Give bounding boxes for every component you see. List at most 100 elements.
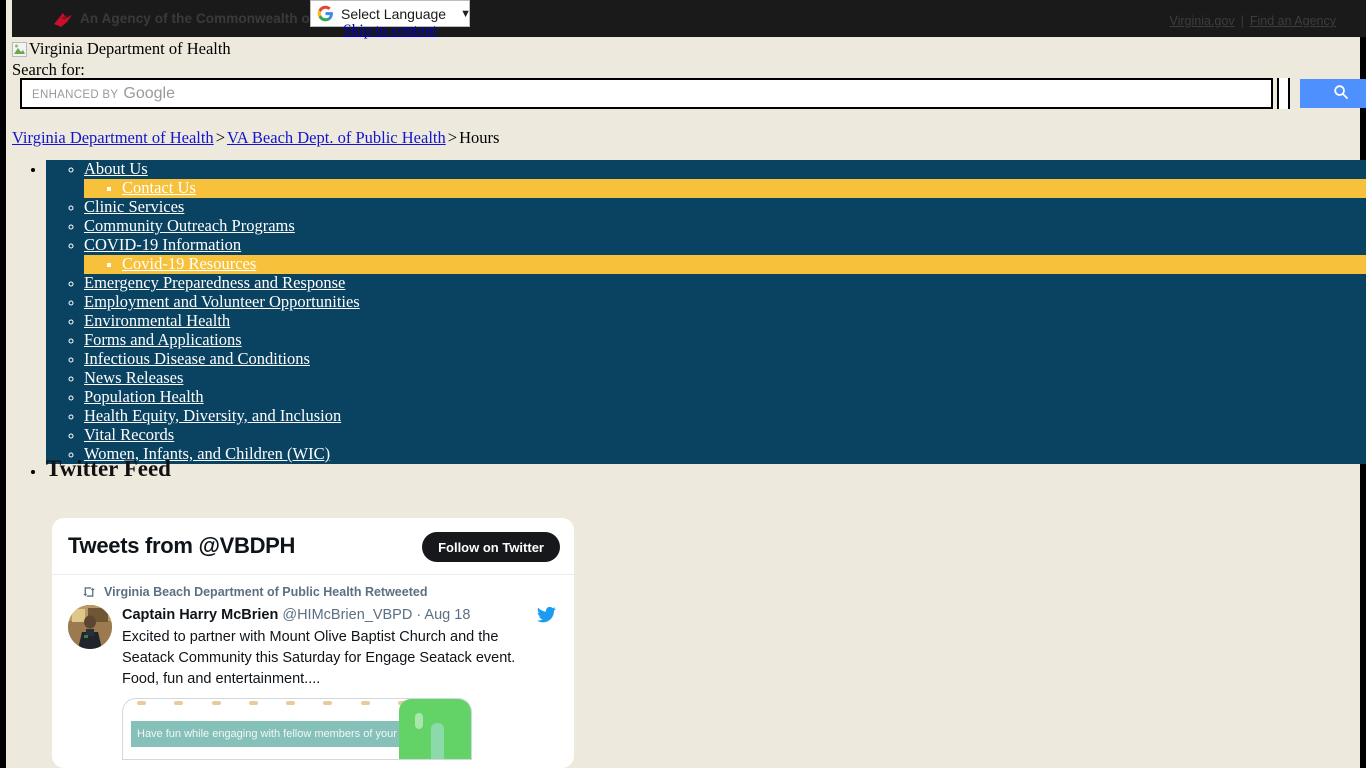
media-dot	[248, 701, 258, 705]
page-root: An Agency of the Commonwealth of Virgini…	[0, 0, 1366, 768]
breadcrumb-item-vdh[interactable]: Virginia Department of Health	[12, 128, 214, 147]
tweet-author-handle[interactable]: @HIMcBrien_VBPD	[282, 607, 412, 623]
nav-link-population-health[interactable]: Population Health	[84, 387, 204, 406]
nav-link-environmental-health[interactable]: Environmental Health	[84, 311, 230, 330]
breadcrumb-item-va-beach[interactable]: VA Beach Dept. of Public Health	[227, 128, 446, 147]
nav-item-health-equity-diversity-and-inclusion[interactable]: Health Equity, Diversity, and Inclusion	[84, 407, 1366, 426]
media-dot	[323, 701, 333, 705]
site-logo[interactable]: Virginia Department of Health	[12, 39, 231, 58]
nav-subitem-covid-19-resources[interactable]: Covid-19 Resources	[122, 255, 1366, 274]
cardinal-bird-icon	[52, 11, 74, 28]
nav-item-employment-and-volunteer-opportunities[interactable]: Employment and Volunteer Opportunities	[84, 293, 1366, 312]
media-dot	[174, 701, 184, 705]
nav-link-news-releases[interactable]: News Releases	[84, 368, 183, 387]
nav-item-clinic-services[interactable]: Clinic Services	[84, 198, 1366, 217]
nav-link-about-us[interactable]: About Us	[84, 159, 148, 178]
gov-links-separator: |	[1240, 14, 1244, 28]
google-cse-placeholder: ENHANCED BY Google	[32, 85, 175, 103]
nav-item-environmental-health[interactable]: Environmental Health	[84, 312, 1366, 331]
nav-item-emergency-preparedness-and-response[interactable]: Emergency Preparedness and Response	[84, 274, 1366, 293]
tweet-item[interactable]: Captain Harry McBrien @HIMcBrien_VBPD · …	[68, 605, 558, 690]
nav-subitem-contact-us[interactable]: Contact Us	[122, 179, 1366, 198]
tweet-media-preview[interactable]: Have fun while engaging with fellow memb…	[122, 698, 472, 760]
twitter-widget-header: Tweets from @VBDPH Follow on Twitter	[52, 518, 574, 575]
media-dot	[360, 701, 370, 705]
nav-link-community-outreach-programs[interactable]: Community Outreach Programs	[84, 216, 295, 235]
nav-link-forms-and-applications[interactable]: Forms and Applications	[84, 330, 242, 349]
nav-level3-list-covid: Covid-19 Resources	[84, 255, 1366, 274]
twitter-feed-section: Twitter Feed	[12, 455, 1366, 483]
nav-item-about-us[interactable]: About Us Contact Us	[84, 160, 1366, 198]
nav-level1-list: About Us Contact Us Clinic Services	[12, 160, 1366, 464]
translate-select-language-label: Select Language	[341, 5, 447, 22]
google-g-icon	[317, 5, 334, 22]
breadcrumb-separator: >	[447, 128, 458, 147]
site-logo-alt-text: Virginia Department of Health	[29, 39, 231, 58]
feed-heading-list-item: Twitter Feed	[46, 455, 1366, 483]
nav-link-emergency-preparedness-and-response[interactable]: Emergency Preparedness and Response	[84, 273, 345, 292]
nav-item-covid-19-information[interactable]: COVID-19 Information Covid-19 Resources	[84, 236, 1366, 274]
follow-on-twitter-button[interactable]: Follow on Twitter	[422, 532, 560, 562]
nav-item-forms-and-applications[interactable]: Forms and Applications	[84, 331, 1366, 350]
nav-link-covid-19-resources[interactable]: Covid-19 Resources	[122, 254, 256, 273]
feed-heading-list: Twitter Feed	[12, 455, 1366, 483]
nav-level1-item: About Us Contact Us Clinic Services	[46, 160, 1366, 464]
nav-link-clinic-services[interactable]: Clinic Services	[84, 197, 184, 216]
search-row: ENHANCED BY Google	[20, 78, 1366, 109]
twitter-timeline-widget: Tweets from @VBDPH Follow on Twitter Vir…	[52, 518, 574, 768]
breadcrumb-item-current: Hours	[459, 128, 500, 147]
tweet-author-row: Captain Harry McBrien @HIMcBrien_VBPD · …	[122, 605, 558, 625]
enhanced-by-text: ENHANCED BY	[32, 88, 119, 101]
broken-image-icon	[12, 41, 27, 57]
nav-item-community-outreach-programs[interactable]: Community Outreach Programs	[84, 217, 1366, 236]
nav-item-population-health[interactable]: Population Health	[84, 388, 1366, 407]
main-navigation: About Us Contact Us Clinic Services	[12, 160, 1366, 464]
commonwealth-gov-bar: An Agency of the Commonwealth of Virgini…	[12, 0, 1366, 37]
skip-to-content-link[interactable]: Skip to content	[310, 22, 470, 40]
google-wordmark: Google	[123, 84, 175, 102]
media-dot	[211, 701, 221, 705]
breadcrumb: Virginia Department of Health > VA Beach D…	[12, 128, 499, 148]
nav-link-infectious-disease-and-conditions[interactable]: Infectious Disease and Conditions	[84, 349, 310, 368]
gov-links: Virginia.gov | Find an Agency	[1169, 14, 1336, 28]
tweet-content: Captain Harry McBrien @HIMcBrien_VBPD · …	[122, 605, 558, 690]
retweet-notice-text: Virginia Beach Department of Public Heal…	[104, 585, 428, 599]
chevron-down-icon[interactable]: ▼	[460, 8, 471, 20]
tweet-author-name[interactable]: Captain Harry McBrien	[122, 607, 278, 623]
nav-level2-list: About Us Contact Us Clinic Services	[46, 160, 1366, 464]
search-magnifier-icon	[1333, 84, 1349, 103]
tweet-text: Excited to partner with Mount Olive Bapt…	[122, 629, 516, 687]
page-body: An Agency of the Commonwealth of Virgini…	[6, 0, 1366, 768]
nav-item-news-releases[interactable]: News Releases	[84, 369, 1366, 388]
nav-level3-list-about-us: Contact Us	[84, 179, 1366, 198]
nav-link-vital-records[interactable]: Vital Records	[84, 425, 174, 444]
nav-item-vital-records[interactable]: Vital Records	[84, 426, 1366, 445]
nav-link-covid-19-information[interactable]: COVID-19 Information	[84, 235, 241, 254]
retweet-icon	[82, 585, 96, 599]
search-submit-button[interactable]	[1300, 79, 1366, 108]
tweet-media-caption-band: Have fun while engaging with fellow memb…	[131, 721, 453, 747]
tweet-date-separator: ·	[416, 607, 422, 623]
nav-link-contact-us[interactable]: Contact Us	[122, 178, 196, 197]
media-shape-a	[415, 713, 423, 729]
virginia-gov-link[interactable]: Virginia.gov	[1169, 14, 1234, 28]
media-dot	[137, 701, 146, 705]
twitter-widget-body: Virginia Beach Department of Public Heal…	[52, 575, 574, 760]
media-dot	[286, 701, 296, 705]
tweet-date[interactable]: Aug 18	[424, 607, 470, 623]
search-input[interactable]: ENHANCED BY Google	[20, 78, 1273, 109]
avatar[interactable]	[68, 605, 112, 649]
nav-link-health-equity-diversity-and-inclusion[interactable]: Health Equity, Diversity, and Inclusion	[84, 406, 341, 425]
search-input-separator	[1277, 78, 1290, 109]
media-shape-b	[431, 723, 444, 759]
search-label: Search for:	[12, 60, 85, 79]
breadcrumb-separator: >	[215, 128, 225, 147]
nav-link-employment-and-volunteer-opportunities[interactable]: Employment and Volunteer Opportunities	[84, 292, 360, 311]
retweet-notice-row: Virginia Beach Department of Public Heal…	[82, 585, 558, 599]
twitter-bird-icon[interactable]	[536, 605, 556, 624]
twitter-widget-title: Tweets from @VBDPH	[68, 533, 296, 558]
nav-item-infectious-disease-and-conditions[interactable]: Infectious Disease and Conditions	[84, 350, 1366, 369]
find-an-agency-link[interactable]: Find an Agency	[1250, 14, 1336, 28]
tweet-media-green-panel	[399, 699, 471, 759]
tweet-media-dot-row	[137, 701, 407, 707]
